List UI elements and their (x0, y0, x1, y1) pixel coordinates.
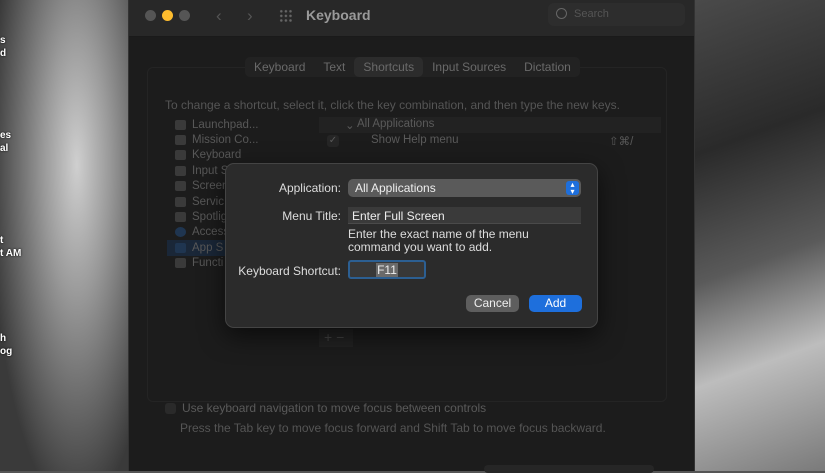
keyboard-navigation-hint: Press the Tab key to move focus forward … (180, 421, 606, 435)
window-title: Keyboard (306, 7, 371, 23)
category-label: Input S (192, 164, 229, 177)
menu-title-label: Menu Title: (282, 209, 341, 223)
shortcut-value: F11 (376, 263, 398, 277)
app-store-icon (175, 242, 186, 253)
category-label: Screen (192, 180, 229, 193)
desktop-text: og (0, 346, 13, 357)
accessibility-icon (175, 227, 186, 238)
tab-input-sources[interactable]: Input Sources (423, 57, 515, 77)
tab-bar: Keyboard Text Shortcuts Input Sources Di… (245, 57, 580, 77)
gear-icon (175, 196, 186, 207)
desktop-text: d (0, 48, 7, 59)
screenshot-icon (175, 181, 186, 192)
shortcut-list: ⌄ All Applications ✓ Show Help menu ⇧⌘/ (319, 117, 661, 149)
close-button[interactable] (145, 10, 156, 21)
add-shortcut-dialog: Application: All Applications ▴ ▾ Menu Tit… (225, 163, 598, 328)
category-label: Access (192, 226, 230, 239)
category-label: Spotlig (192, 211, 228, 224)
title-bar: ‹ › Keyboard Search (129, 0, 694, 37)
category-label: App S (192, 241, 224, 254)
tab-text[interactable]: Text (314, 57, 354, 77)
category-mission-control[interactable]: Mission Co... (167, 132, 317, 147)
input-sources-icon (175, 165, 186, 176)
add-button[interactable]: Add (529, 295, 582, 312)
chevron-down-icon: ⌄ (345, 120, 355, 132)
add-shortcut-button[interactable]: + (319, 329, 332, 345)
spotlight-icon (175, 212, 186, 223)
keyboard-navigation-label: Use keyboard navigation to move focus be… (182, 401, 487, 415)
list-group-header[interactable]: ⌄ All Applications (319, 117, 661, 133)
tab-dictation[interactable]: Dictation (515, 57, 580, 77)
group-label: All Applications (357, 118, 435, 130)
show-all-grid-icon[interactable] (279, 9, 293, 23)
desktop-wallpaper-right (695, 0, 825, 471)
category-label: Functi (192, 257, 224, 270)
application-label: Application: (278, 181, 341, 195)
category-launchpad[interactable]: Launchpad... (167, 117, 317, 132)
category-label: Keyboard (192, 149, 242, 162)
category-keyboard[interactable]: Keyboard (167, 148, 317, 163)
mission-control-icon (175, 135, 186, 146)
keyboard-icon (175, 150, 186, 161)
keyboard-navigation-option[interactable]: Use keyboard navigation to move focus be… (165, 401, 486, 415)
category-label: Mission Co... (192, 134, 259, 147)
item-label: Show Help menu (371, 134, 459, 146)
tab-keyboard[interactable]: Keyboard (245, 57, 314, 77)
checkbox[interactable]: ✓ (327, 135, 339, 147)
launchpad-icon (175, 119, 186, 130)
item-shortcut: ⇧⌘/ (609, 136, 634, 148)
desktop-wallpaper-left (0, 0, 128, 471)
up-down-arrows-icon: ▴ ▾ (566, 181, 579, 196)
add-remove-buttons: + − (319, 329, 353, 347)
desktop-text: h (0, 333, 7, 344)
bottom-button[interactable] (484, 465, 654, 473)
desktop-text: t AM (0, 248, 22, 259)
zoom-button[interactable] (179, 10, 190, 21)
shortcut-hint: To change a shortcut, select it, click t… (165, 98, 620, 112)
minimize-button[interactable] (162, 10, 173, 21)
tab-shortcuts[interactable]: Shortcuts (354, 57, 424, 77)
search-placeholder: Search (574, 8, 609, 20)
back-button[interactable]: ‹ (216, 6, 222, 26)
remove-shortcut-button[interactable]: − (336, 329, 344, 345)
checkbox[interactable] (165, 402, 176, 414)
category-label: Launchpad... (192, 118, 259, 131)
desktop-text: t (0, 235, 4, 246)
menu-title-description: Enter the exact name of the menu command… (348, 227, 529, 254)
cancel-button[interactable]: Cancel (466, 295, 519, 312)
search-icon (556, 8, 567, 19)
menu-title-input[interactable]: Enter Full Screen (348, 207, 581, 224)
keyboard-shortcut-label: Keyboard Shortcut: (238, 264, 341, 278)
fn-icon (175, 258, 186, 269)
keyboard-shortcut-field[interactable]: F11 (348, 260, 426, 279)
forward-button[interactable]: › (247, 6, 253, 26)
desktop-text: s (0, 35, 6, 46)
application-popup[interactable]: All Applications ▴ ▾ (348, 179, 581, 197)
search-input[interactable]: Search (548, 3, 685, 26)
list-item[interactable]: ✓ Show Help menu ⇧⌘/ (319, 133, 661, 149)
desktop-text: al (0, 143, 9, 154)
desktop-text: es (0, 130, 12, 141)
category-label: Servic (192, 195, 224, 208)
application-value: All Applications (355, 181, 436, 195)
